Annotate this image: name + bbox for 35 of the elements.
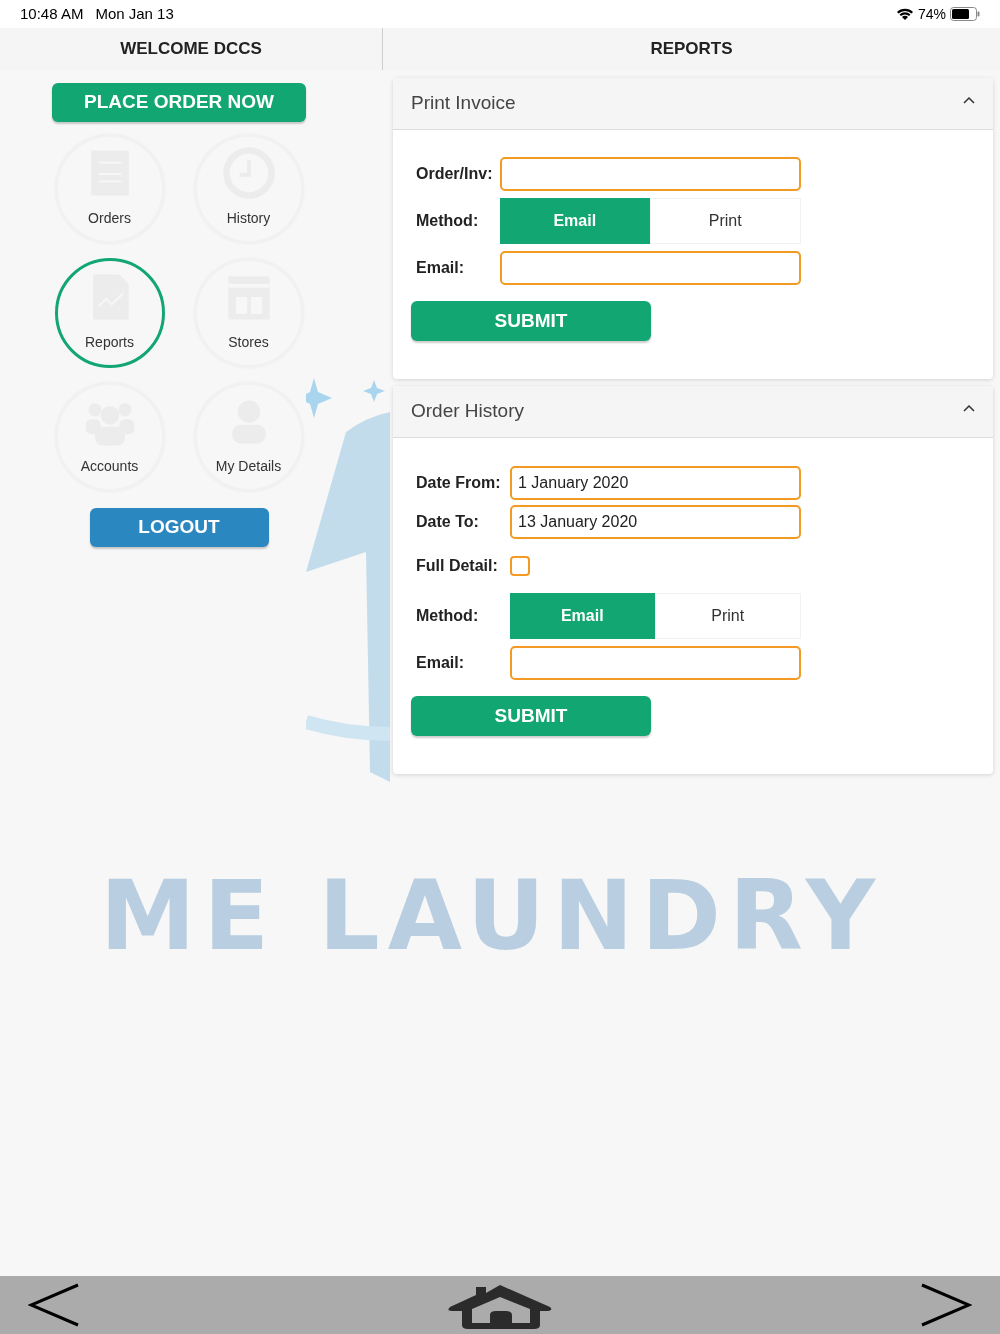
status-time: 10:48 AM [20,3,84,24]
method-option[interactable]: Print [654,593,801,639]
input-field[interactable] [500,157,801,191]
menu-item[interactable]: Stores [193,258,304,368]
checkbox[interactable] [510,556,530,576]
battery-percentage: 74% [917,4,946,24]
chevron-up-icon[interactable] [963,403,975,412]
menu-item[interactable]: History [193,134,304,244]
field-label: Order/Inv: [416,164,494,184]
input-field[interactable] [510,646,801,680]
method-option[interactable]: Print [649,198,801,244]
panel-title: Order History [411,399,525,424]
logo-text: ME LAUNDRY [100,868,884,964]
input-field[interactable]: 1 January 2020 [510,466,801,500]
battery-icon [950,7,980,21]
menu-item[interactable]: Orders [54,134,165,244]
welcome-title: WELCOME DCCS [120,38,262,61]
menu-item[interactable]: Accounts [54,382,165,492]
field-label: Full Detail: [416,556,499,576]
input-field[interactable] [500,251,801,285]
page-title: REPORTS [650,38,733,61]
chevron-up-icon[interactable] [963,95,975,104]
panel-title: Print Invoice [411,91,517,116]
field-label: Method: [416,211,480,231]
menu-item[interactable]: Reports [54,258,165,368]
field-label: Date To: [416,512,480,532]
wifi-icon [895,7,914,21]
field-label: Method: [416,606,480,626]
menu-item[interactable]: My Details [193,382,304,492]
input-field[interactable]: 13 January 2020 [510,505,801,539]
field-label: Date From: [416,473,502,493]
field-label: Email: [416,258,465,278]
status-date: Mon Jan 13 [95,3,174,24]
field-label: Email: [416,653,465,673]
logout-button[interactable]: LOGOUT [89,508,269,547]
